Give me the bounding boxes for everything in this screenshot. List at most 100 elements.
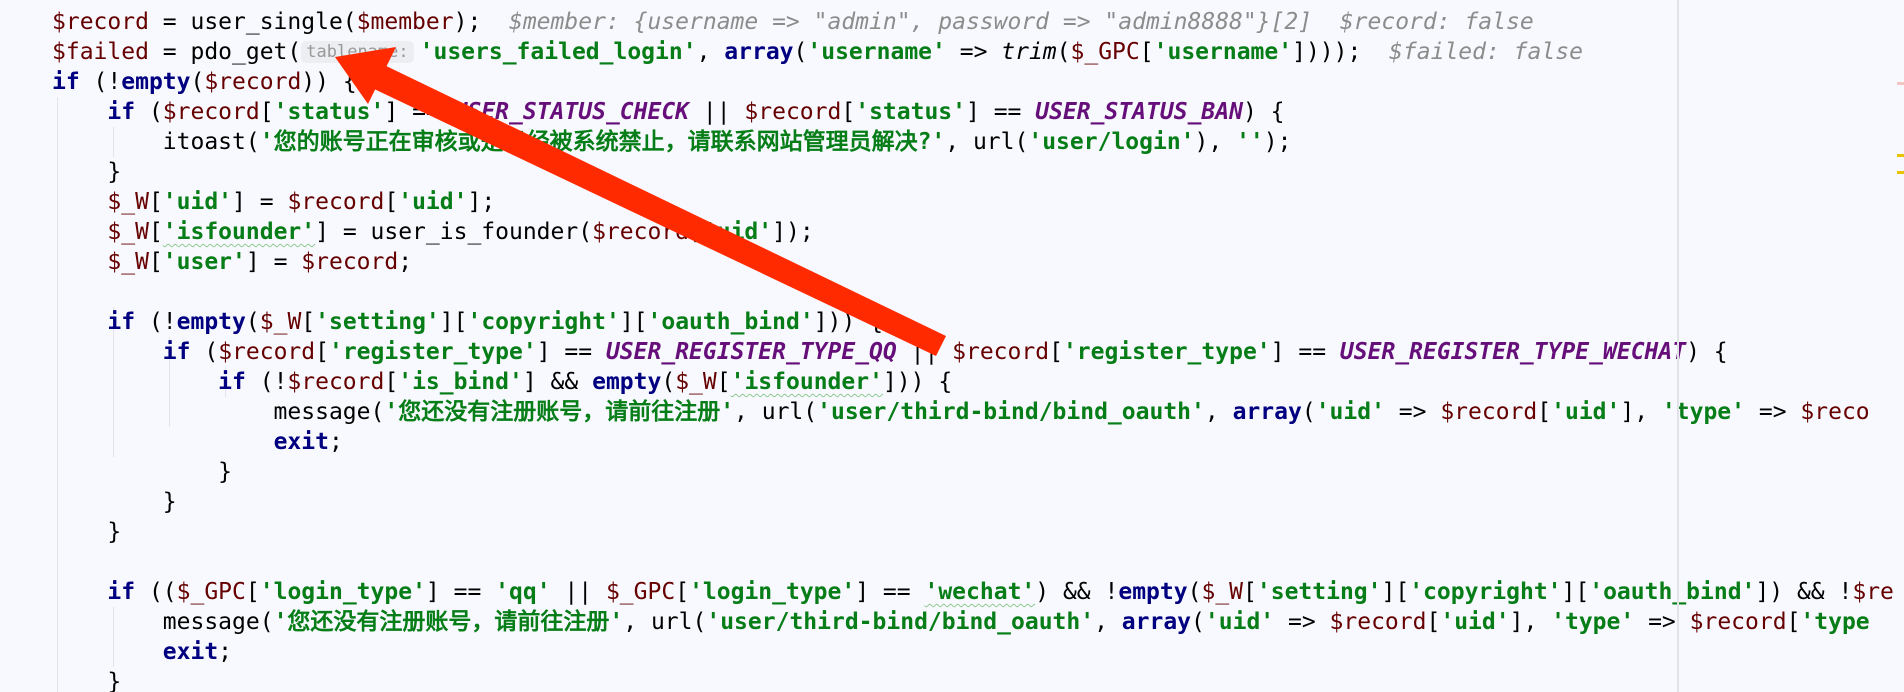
code-text: ] = [245,249,302,275]
string: 'user' [162,249,246,275]
code-line[interactable]: } [52,667,1894,692]
variable: $_W [1201,579,1244,605]
keyword: exit [162,639,219,665]
code-line[interactable]: } [52,457,1894,487]
code-line[interactable] [52,547,1894,577]
code-line[interactable]: if ($record['status'] == USER_STATUS_CHE… [52,97,1894,127]
string: 'uid' [1551,399,1621,425]
code-line[interactable]: } [52,157,1894,187]
code-text: || [550,579,606,605]
code-line[interactable]: $failed = pdo_get(tablename:'users_faile… [52,37,1894,67]
code-text: )) { [301,69,357,95]
code-line[interactable]: $_W['isfounder'] = user_is_founder($reco… [52,217,1894,247]
code-text: ( [245,309,260,335]
code-text: ] = user_is_founder( [315,219,593,245]
code-text: => [1634,609,1690,635]
code-text: ]); [772,219,814,245]
code-text: , [696,39,725,65]
code-text: ][ [439,309,468,335]
code-text: , [1204,399,1233,425]
code-text: ] == [1270,339,1340,365]
code-text: ], [1509,609,1552,635]
variable: $record [52,9,149,35]
string: 'users_failed_login' [419,39,697,65]
variable: $_W [107,249,149,275]
code-line[interactable]: if (($_GPC['login_type'] == 'qq' || $_GP… [52,577,1894,607]
code-text: } [52,159,122,185]
keyword: if [218,369,246,395]
code-line[interactable]: $record = user_single($member); $member:… [52,7,1894,37]
code-line[interactable]: itoast('您的账号正在审核或是已经被系统禁止，请联系网站管理员解决?', … [52,127,1894,157]
code-text: ][ [619,309,648,335]
variable: $record [1329,609,1427,635]
string: 'is_bind' [398,369,523,395]
code-line[interactable]: exit; [52,637,1894,667]
keyword: empty [592,369,662,395]
code-text: [ [1139,39,1154,65]
code-line[interactable]: if (!empty($record)) { [52,67,1894,97]
string: 'type' [1661,399,1746,425]
code-line[interactable]: if ($record['register_type'] == USER_REG… [52,337,1894,367]
warning-stripe-marker[interactable] [1897,154,1904,157]
variable: $_GPC [1070,39,1140,65]
keyword: if [107,309,136,335]
debug-value-hint: $failed: false [1361,39,1583,65]
code-text: ), [1194,129,1237,155]
code-text: => [1384,399,1441,425]
code-text: ] && [522,369,593,395]
code-text: ][ [1381,579,1410,605]
code-text: [ [1537,399,1552,425]
code-text: [ [148,249,163,275]
code-text: ; [398,249,413,275]
code-line[interactable] [52,277,1894,307]
code-text: ( [1187,579,1202,605]
code-text: message( [52,609,274,635]
code-text: ] == [855,579,925,605]
string-typo: 'isfounder' [162,219,316,245]
variable: $_W [675,369,717,395]
code-text: (! [245,369,288,395]
code-line[interactable]: message('您还没有注册账号，请前往注册', url('user/thir… [52,397,1894,427]
error-stripe-marker[interactable] [1897,82,1904,85]
string: '您还没有注册账号，请前往注册' [384,399,735,425]
keyword: array [724,39,794,65]
keyword: empty [176,309,246,335]
code-line[interactable]: $_W['uid'] = $record['uid']; [52,187,1894,217]
string: 'login_type' [689,579,856,605]
constant: USER_REGISTER_TYPE_QQ [605,339,897,365]
code-text: , url( [623,609,707,635]
code-text: ( [793,39,808,65]
code-text: [ [1049,339,1063,365]
code-line[interactable]: message('您还没有注册账号，请前往注册', url('user/thir… [52,607,1894,637]
string-typo: 'wechat' [924,579,1036,605]
string: 'uid' [162,189,233,215]
variable: $record [1689,609,1787,635]
code-text: } [52,459,233,485]
code-text: ); [453,9,482,35]
string: 'status' [273,99,385,125]
warning-stripe-marker[interactable] [1897,171,1904,174]
string: 'oauth_bind' [647,309,814,335]
keyword: empty [121,69,191,95]
code-text: [ [1243,579,1257,605]
code-text: ( [190,339,219,365]
code-line[interactable]: } [52,487,1894,517]
code-line[interactable]: $_W['user'] = $record; [52,247,1894,277]
code-text: ][ [1561,579,1590,605]
code-text: ) && ! [1035,579,1119,605]
string: 'register_type' [328,339,537,365]
code-line[interactable]: exit; [52,427,1894,457]
code-line[interactable]: } [52,517,1894,547]
code-text: ( [190,69,205,95]
variable: $_W [107,189,149,215]
code-lines[interactable]: $record = user_single($member); $member:… [52,7,1894,692]
code-editor[interactable]: $record = user_single($member); $member:… [0,0,1904,692]
code-line[interactable]: if (!empty($_W['setting']['copyright']['… [52,307,1894,337]
constant: USER_REGISTER_TYPE_WECHAT [1339,339,1687,365]
code-line[interactable]: if (!$record['is_bind'] && empty($_W['is… [52,367,1894,397]
string: 'oauth_bind' [1589,579,1756,605]
keyword: exit [273,429,329,455]
code-text: [ [689,219,703,245]
